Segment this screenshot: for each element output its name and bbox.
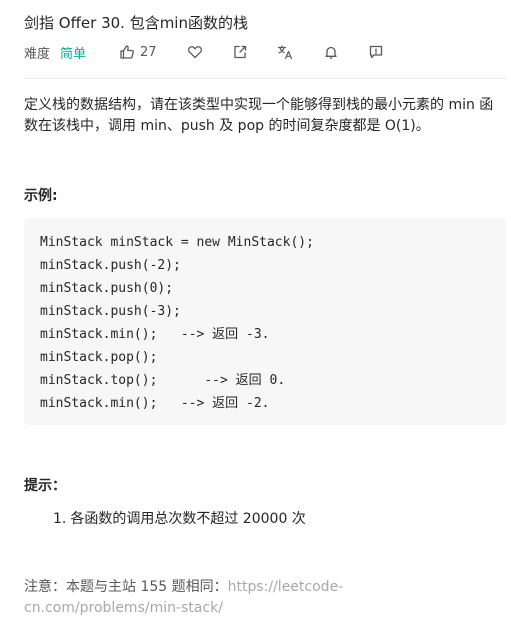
tips-list: 1. 各函数的调用总次数不超过 20000 次 [53, 509, 306, 529]
feedback-button[interactable] [368, 44, 384, 60]
tip-text: 各函数的调用总次数不超过 20000 次 [70, 511, 306, 527]
like-count: 27 [140, 44, 157, 60]
favorite-button[interactable] [187, 44, 203, 60]
note: 注意：本题与主站 155 题相同：https://leetcode-cn.com… [24, 577, 384, 619]
example-heading: 示例: [24, 188, 58, 204]
code-line: minStack.min(); --> 返回 -2. [40, 396, 270, 411]
code-line: minStack.push(0); [40, 281, 174, 296]
thumbs-up-icon [119, 44, 135, 60]
problem-meta-bar: 难度 简单 27 [24, 42, 384, 62]
feedback-icon [368, 44, 384, 60]
list-item: 1. 各函数的调用总次数不超过 20000 次 [53, 509, 306, 529]
tip-number: 1. [53, 511, 67, 527]
code-line: minStack.top(); --> 返回 0. [40, 373, 286, 388]
translate-button[interactable] [277, 44, 293, 60]
bell-icon [323, 44, 339, 60]
like-button[interactable]: 27 [114, 44, 157, 60]
notify-button[interactable] [323, 44, 339, 60]
share-button[interactable] [232, 44, 248, 60]
difficulty-badge: 简单 [60, 46, 87, 62]
code-line: minStack.push(-3); [40, 304, 181, 319]
difficulty-label: 难度 [24, 46, 51, 62]
heart-icon [187, 44, 203, 60]
tips-heading: 提示： [24, 478, 66, 494]
code-line: MinStack minStack = new MinStack(); [40, 235, 314, 250]
problem-title: 剑指 Offer 30. 包含min函数的栈 [24, 14, 248, 32]
note-text: 注意：本题与主站 155 题相同： [24, 579, 228, 595]
code-line: minStack.min(); --> 返回 -3. [40, 327, 270, 342]
translate-icon [277, 44, 293, 60]
example-code-block: MinStack minStack = new MinStack(); minS… [24, 218, 506, 425]
share-icon [232, 44, 248, 60]
problem-description: 定义栈的数据结构，请在该类型中实现一个能够得到栈的最小元素的 min 函数在该栈… [24, 97, 494, 134]
divider [24, 78, 506, 79]
code-line: minStack.pop(); [40, 350, 158, 365]
code-line: minStack.push(-2); [40, 258, 181, 273]
